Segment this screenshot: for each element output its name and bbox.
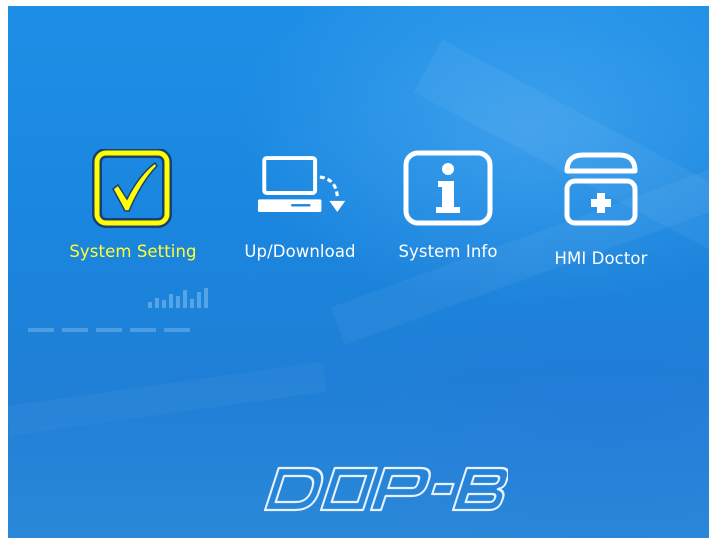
- menu-label-system-setting: System Setting: [69, 242, 197, 261]
- hmi-screen: System Setting Up/Download System Info H…: [8, 6, 709, 538]
- menu-item-system-setting[interactable]: System Setting: [58, 148, 208, 261]
- computer-download-icon: [250, 148, 350, 230]
- dop-b-logo: [260, 464, 510, 514]
- menu-label-system-info: System Info: [398, 242, 498, 261]
- background-bars: [148, 288, 208, 308]
- medical-kit-icon: [551, 148, 651, 230]
- menu-item-up-download[interactable]: Up/Download: [230, 148, 370, 261]
- checkmark-icon: [83, 148, 183, 230]
- menu-item-system-info[interactable]: System Info: [386, 148, 510, 261]
- background-streak: [8, 362, 327, 436]
- menu-label-hmi-doctor: HMI Doctor: [554, 249, 648, 268]
- menu-item-hmi-doctor[interactable]: HMI Doctor: [541, 148, 661, 268]
- menu-label-up-download: Up/Download: [244, 242, 356, 261]
- background-dashes: [28, 328, 198, 332]
- info-icon: [398, 148, 498, 230]
